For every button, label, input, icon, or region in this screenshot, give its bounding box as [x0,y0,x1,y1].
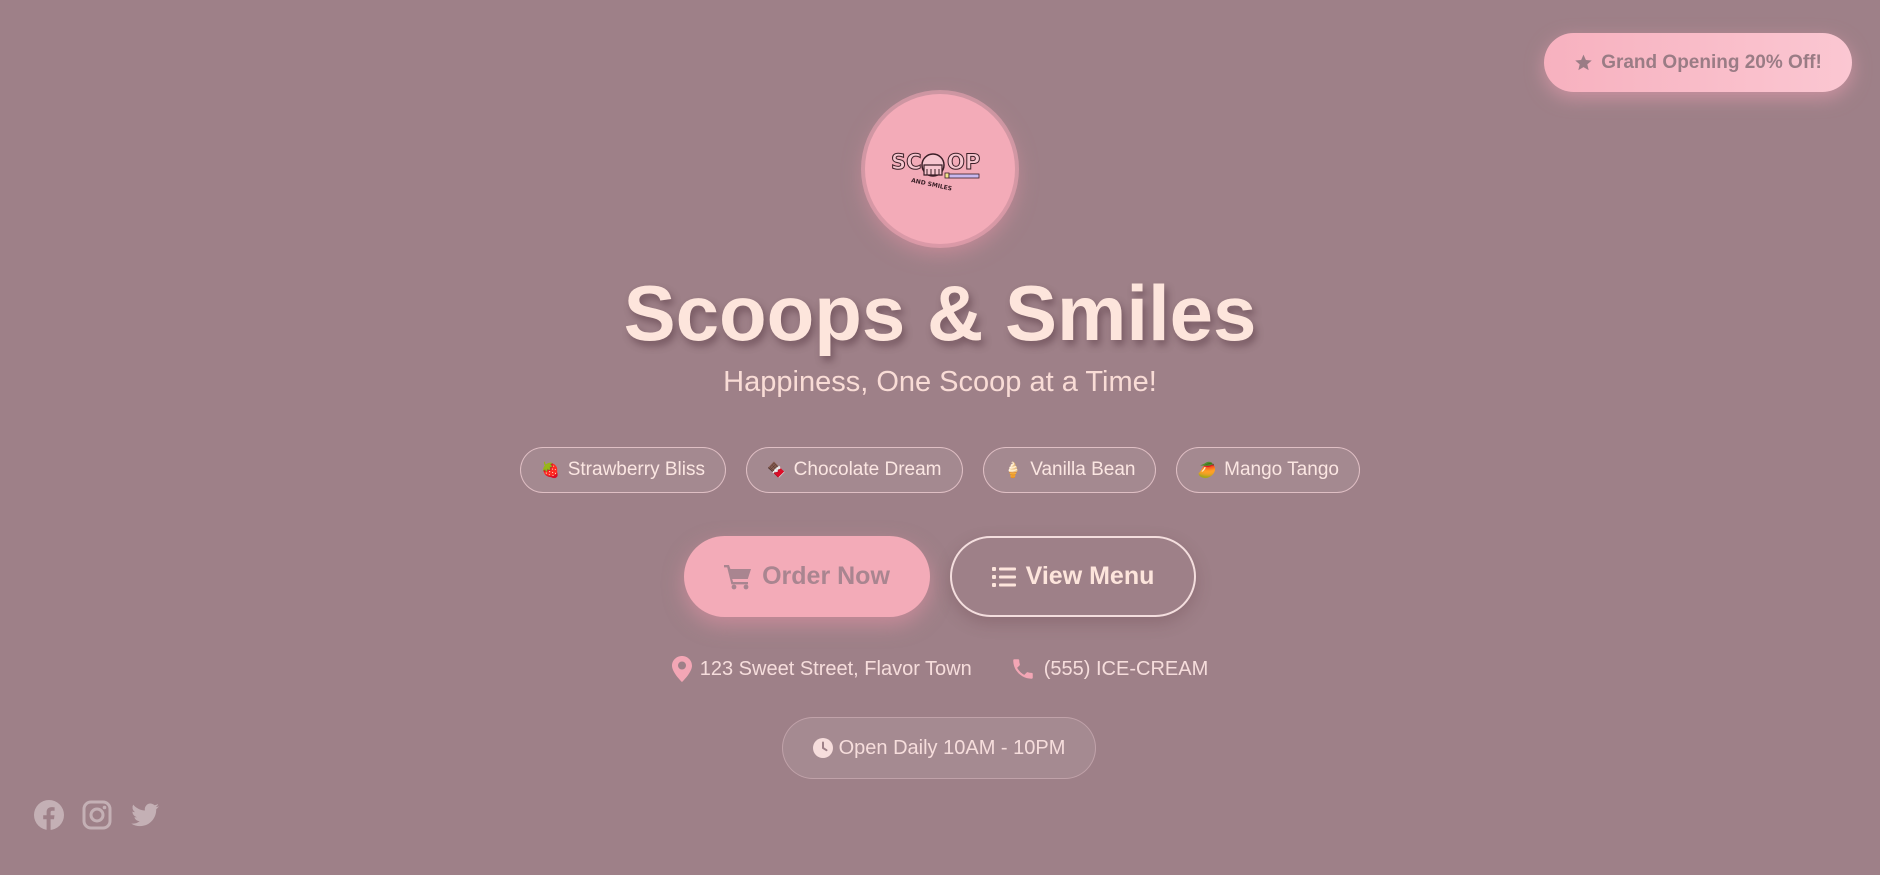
phone-text: (555) ICE-CREAM [1043,657,1209,680]
facebook-icon[interactable] [34,800,64,830]
tagline: Happiness, One Scoop at a Time! [723,366,1157,398]
clock-icon [812,738,833,758]
view-menu-button[interactable]: View Menu [950,536,1196,617]
phone[interactable]: (555) ICE-CREAM [1010,656,1208,682]
strawberry-icon: 🍓 [541,462,560,479]
cart-icon [724,564,752,589]
flavor-label: Vanilla Bean [1030,459,1136,480]
ice-cream-icon: 🍦 [1003,462,1023,479]
star-icon [1575,54,1592,71]
flavor-list: 🍓 Strawberry Bliss 🍫 Chocolate Dream 🍦 V… [0,447,1880,493]
view-menu-label: View Menu [1025,562,1155,590]
address-text: 123 Sweet Street, Flavor Town [699,657,972,680]
map-pin-icon [671,656,692,682]
contact-info: 123 Sweet Street, Flavor Town (555) ICE-… [0,656,1880,682]
flavor-chip-chocolate[interactable]: 🍫 Chocolate Dream [745,447,963,493]
flavor-chip-strawberry[interactable]: 🍓 Strawberry Bliss [520,447,726,493]
twitter-icon[interactable] [130,800,160,830]
order-now-label: Order Now [762,562,890,590]
page-title: Scoops & Smiles [623,269,1257,357]
svg-text:OP: OP [947,150,980,174]
address: 123 Sweet Street, Flavor Town [671,656,972,682]
hours-text: Open Daily 10AM - 10PM [838,736,1066,759]
landing-page: Grand Opening 20% Off! SC OP AND SMILES … [0,0,1880,875]
list-icon [991,566,1016,587]
flavor-label: Mango Tango [1224,459,1339,480]
hero-actions: Order Now View Menu [0,536,1880,617]
svg-text:AND SMILES: AND SMILES [910,177,952,192]
logo: SC OP AND SMILES [865,94,1015,244]
flavor-label: Strawberry Bliss [567,459,705,480]
promo-label: Grand Opening 20% Off! [1601,51,1822,73]
svg-text:SC: SC [891,150,922,174]
logo-graphic: SC OP AND SMILES [891,150,981,193]
promo-badge[interactable]: Grand Opening 20% Off! [1544,33,1852,92]
hours-badge: Open Daily 10AM - 10PM [782,717,1096,779]
instagram-icon[interactable] [82,800,112,830]
social-links [34,800,160,830]
order-now-button[interactable]: Order Now [684,536,930,617]
flavor-chip-vanilla[interactable]: 🍦 Vanilla Bean [982,447,1157,493]
mango-icon: 🥭 [1197,462,1217,479]
chocolate-icon: 🍫 [766,462,786,479]
phone-icon [1013,659,1033,679]
flavor-chip-mango[interactable]: 🥭 Mango Tango [1176,447,1360,493]
flavor-label: Chocolate Dream [793,459,942,480]
